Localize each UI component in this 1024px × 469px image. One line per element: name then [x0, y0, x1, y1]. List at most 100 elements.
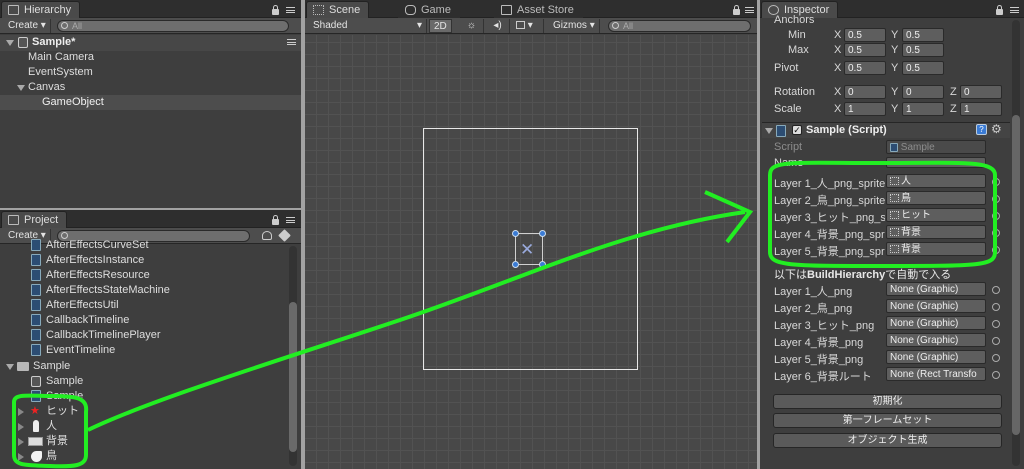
- resize-handle[interactable]: [512, 230, 519, 237]
- hierarchy-item-canvas[interactable]: Canvas: [0, 80, 301, 95]
- project-sprite-item[interactable]: 背景: [0, 434, 288, 449]
- panel-menu-icon[interactable]: [745, 7, 754, 13]
- help-icon[interactable]: ?: [976, 124, 987, 135]
- scene-viewport[interactable]: ✕: [305, 35, 757, 469]
- rotation-z-field[interactable]: 0: [960, 85, 1002, 99]
- tab-hierarchy[interactable]: Hierarchy: [1, 1, 81, 18]
- lock-icon[interactable]: [733, 5, 740, 15]
- graphic-object-field[interactable]: None (Graphic): [886, 350, 986, 364]
- component-enabled-checkbox[interactable]: ✓: [792, 125, 802, 135]
- expand-arrow-icon[interactable]: [17, 85, 25, 91]
- project-script-item[interactable]: AfterEffectsCurveSet: [0, 238, 288, 253]
- expand-arrow-icon[interactable]: [6, 364, 14, 370]
- project-script-item[interactable]: Sample: [0, 389, 288, 404]
- object-picker-icon[interactable]: [992, 195, 1000, 203]
- shading-dropdown[interactable]: Shaded ▾: [309, 19, 427, 33]
- object-picker-icon[interactable]: [992, 229, 1000, 237]
- project-scrollbar[interactable]: [289, 246, 297, 466]
- graphic-object-field[interactable]: None (Graphic): [886, 299, 986, 313]
- scale-x-field[interactable]: 1: [844, 102, 886, 116]
- resize-handle[interactable]: [539, 261, 546, 268]
- lock-icon[interactable]: [272, 215, 279, 225]
- resize-handle[interactable]: [512, 261, 519, 268]
- graphic-object-field[interactable]: None (Graphic): [886, 282, 986, 296]
- project-sprite-item[interactable]: 人: [0, 419, 288, 434]
- object-picker-icon[interactable]: [992, 337, 1000, 345]
- expand-arrow-icon[interactable]: [18, 423, 24, 431]
- audio-toggle[interactable]: ◂): [486, 19, 510, 33]
- project-script-item[interactable]: EventTimeline: [0, 343, 288, 358]
- create-button[interactable]: Create ▾: [4, 19, 51, 33]
- object-picker-icon[interactable]: [992, 354, 1000, 362]
- object-picker-icon[interactable]: [992, 178, 1000, 186]
- project-scene-item[interactable]: Sample: [0, 374, 288, 389]
- pivot-x-field[interactable]: 0.5: [844, 61, 886, 75]
- expand-arrow-icon[interactable]: [6, 40, 14, 46]
- lighting-toggle[interactable]: ☼: [460, 19, 484, 33]
- initialize-button[interactable]: 初期化: [773, 394, 1002, 409]
- project-script-item[interactable]: CallbackTimeline: [0, 313, 288, 328]
- hierarchy-item-main-camera[interactable]: Main Camera: [0, 50, 301, 65]
- tab-scene[interactable]: Scene: [306, 1, 370, 18]
- pivot-y-field[interactable]: 0.5: [902, 61, 944, 75]
- scrollbar-thumb[interactable]: [1012, 115, 1020, 435]
- rotation-x-field[interactable]: 0: [844, 85, 886, 99]
- scene-row[interactable]: Sample*: [0, 35, 301, 51]
- component-expand-arrow-icon[interactable]: [765, 128, 773, 134]
- object-picker-icon[interactable]: [992, 246, 1000, 254]
- project-script-item[interactable]: AfterEffectsResource: [0, 268, 288, 283]
- expand-arrow-icon[interactable]: [18, 453, 24, 461]
- gizmos-dropdown[interactable]: Gizmos ▾: [549, 19, 600, 33]
- object-picker-icon[interactable]: [992, 371, 1000, 379]
- tab-asset-store[interactable]: Asset Store: [494, 1, 583, 18]
- anchor-max-x-field[interactable]: 0.5: [844, 43, 886, 57]
- project-script-item[interactable]: AfterEffectsStateMachine: [0, 283, 288, 298]
- tab-project[interactable]: Project: [1, 211, 68, 228]
- scale-y-field[interactable]: 1: [902, 102, 944, 116]
- object-picker-icon[interactable]: [992, 303, 1000, 311]
- project-script-item[interactable]: AfterEffectsUtil: [0, 298, 288, 313]
- anchor-max-y-field[interactable]: 0.5: [902, 43, 944, 57]
- sprite-object-field[interactable]: ヒット: [886, 208, 986, 222]
- lock-icon[interactable]: [996, 5, 1003, 15]
- graphic-object-field[interactable]: None (Rect Transfo: [886, 367, 986, 381]
- generate-objects-button[interactable]: オブジェクト生成: [773, 433, 1002, 448]
- name-field[interactable]: [886, 157, 986, 168]
- project-script-item[interactable]: CallbackTimelinePlayer: [0, 328, 288, 343]
- sprite-object-field[interactable]: 鳥: [886, 191, 986, 205]
- scrollbar-thumb[interactable]: [289, 302, 297, 452]
- expand-arrow-icon[interactable]: [18, 438, 24, 446]
- graphic-object-field[interactable]: None (Graphic): [886, 316, 986, 330]
- sprite-object-field[interactable]: 背景: [886, 242, 986, 256]
- rotation-y-field[interactable]: 0: [902, 85, 944, 99]
- anchor-min-y-field[interactable]: 0.5: [902, 28, 944, 42]
- object-picker-icon[interactable]: [992, 320, 1000, 328]
- effects-dropdown[interactable]: ▾: [512, 19, 544, 33]
- hierarchy-search-input[interactable]: All: [57, 20, 289, 32]
- panel-menu-icon[interactable]: [286, 217, 295, 223]
- lock-icon[interactable]: [272, 5, 279, 15]
- inspector-scrollbar[interactable]: [1012, 20, 1020, 466]
- expand-arrow-icon[interactable]: [18, 408, 24, 416]
- tab-game[interactable]: Game: [398, 1, 460, 18]
- anchor-min-x-field[interactable]: 0.5: [844, 28, 886, 42]
- gear-icon[interactable]: ⚙: [991, 122, 1002, 136]
- toggle-2d-button[interactable]: 2D: [429, 19, 452, 33]
- project-sprite-item[interactable]: 鳥: [0, 449, 288, 464]
- scene-menu-icon[interactable]: [287, 39, 296, 45]
- project-folder-sample[interactable]: Sample: [0, 359, 288, 374]
- sprite-object-field[interactable]: 背景: [886, 225, 986, 239]
- scale-z-field[interactable]: 1: [960, 102, 1002, 116]
- rect-transform-gizmo[interactable]: ✕: [512, 230, 546, 268]
- sprite-object-field[interactable]: 人: [886, 174, 986, 188]
- first-frame-set-button[interactable]: 第一フレームセット: [773, 413, 1002, 428]
- object-picker-icon[interactable]: [992, 286, 1000, 294]
- scene-search-input[interactable]: All: [608, 20, 751, 32]
- panel-menu-icon[interactable]: [286, 7, 295, 13]
- object-picker-icon[interactable]: [992, 212, 1000, 220]
- resize-handle[interactable]: [539, 230, 546, 237]
- project-sprite-item[interactable]: ★ ヒット: [0, 404, 288, 419]
- project-script-item[interactable]: AfterEffectsInstance: [0, 253, 288, 268]
- hierarchy-item-eventsystem[interactable]: EventSystem: [0, 65, 301, 80]
- hierarchy-item-gameobject[interactable]: GameObject: [0, 95, 301, 110]
